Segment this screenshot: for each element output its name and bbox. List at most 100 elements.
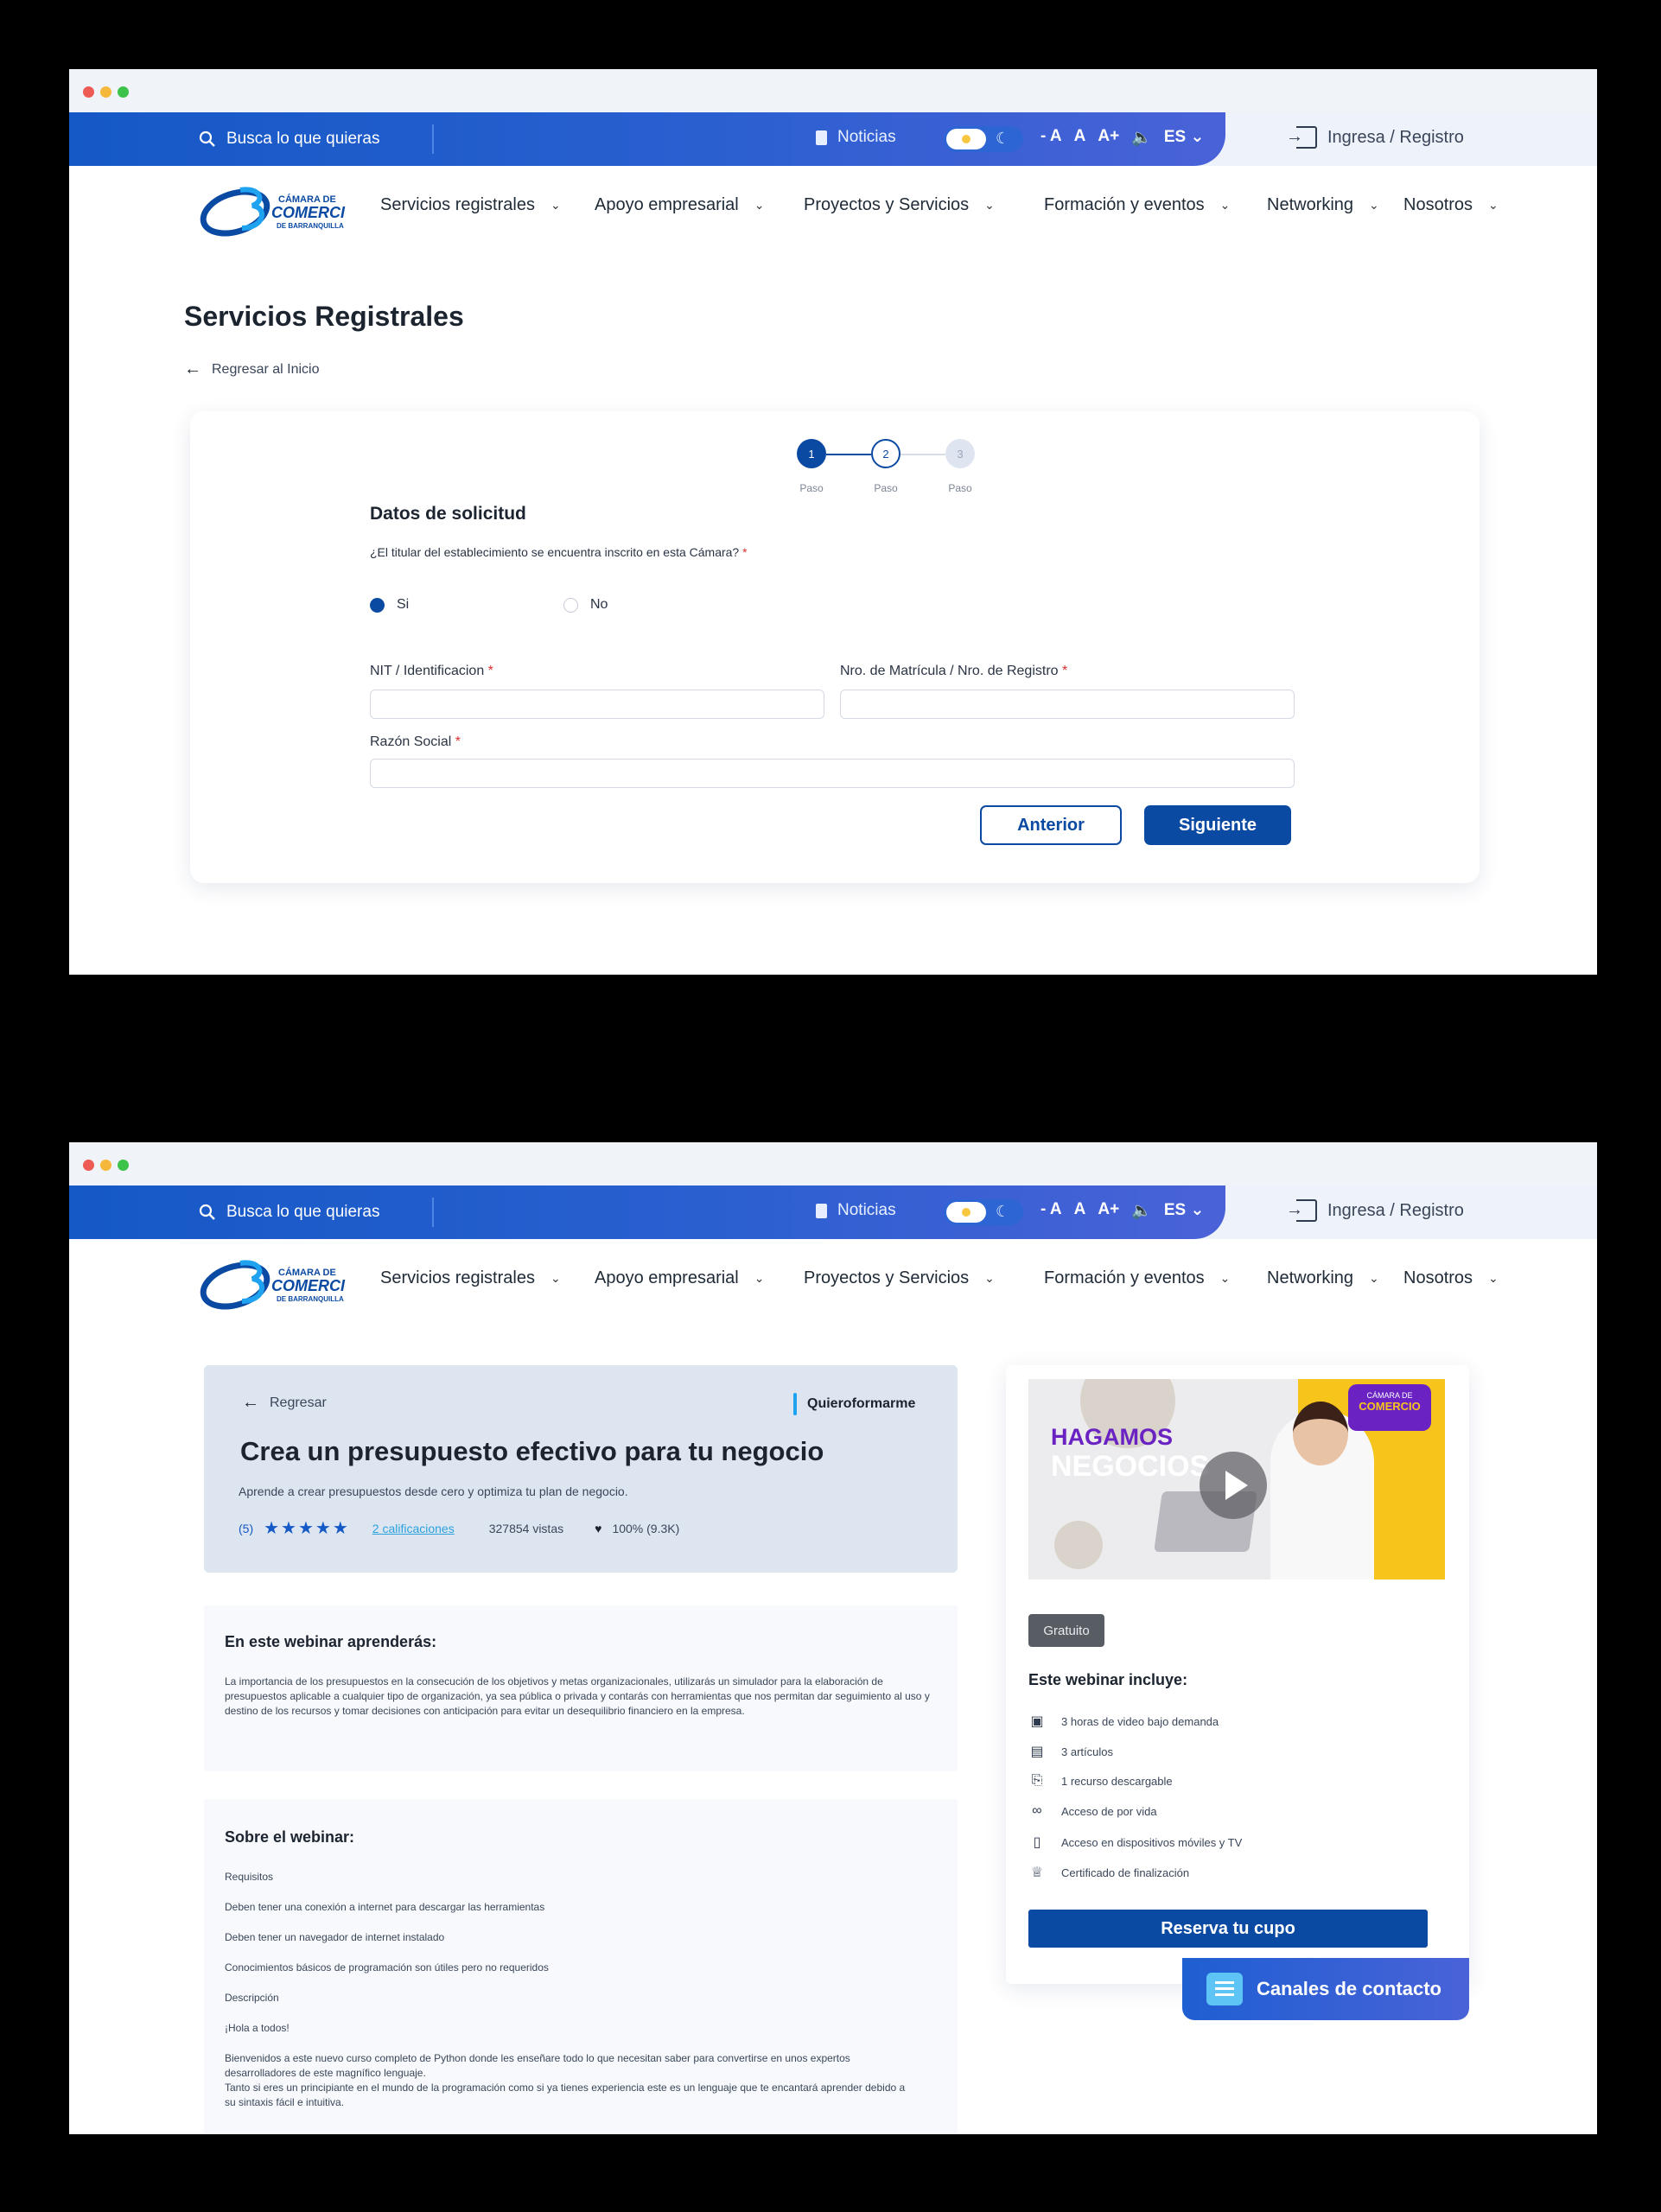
play-icon[interactable] — [1200, 1452, 1267, 1519]
radio-si-label: Si — [397, 597, 410, 612]
step-3-circle: 3 — [945, 439, 975, 468]
include-item: ▣ 3 horas de video bajo demanda — [1028, 1713, 1219, 1730]
back-label: Regresar — [270, 1395, 327, 1410]
person-head — [1293, 1402, 1348, 1465]
step-1-circle: 1 — [797, 439, 826, 468]
mobile-icon: ▯ — [1033, 1835, 1041, 1850]
chat-icon — [1206, 1973, 1243, 2005]
required-mark: * — [742, 545, 748, 559]
matricula-input[interactable] — [840, 690, 1295, 719]
tag-label: Quieroformarme — [807, 1396, 916, 1411]
radio-no-label: No — [590, 597, 608, 612]
arrow-left-icon: ← — [184, 359, 201, 378]
download-icon: ⎘ — [1031, 1773, 1043, 1788]
nit-label: NIT / Identificacion * — [370, 664, 493, 679]
rating-row: (5) ★★★★★ 2 calificaciones 327854 vistas… — [239, 1517, 679, 1539]
required-mark: * — [455, 734, 461, 749]
tag-bar — [793, 1393, 797, 1415]
include-item: ♕ Certificado de finalización — [1028, 1864, 1189, 1881]
page-title: Servicios Registrales — [184, 301, 464, 332]
nit-label-text: NIT / Identificacion — [370, 664, 485, 678]
required-mark: * — [1062, 664, 1068, 678]
radio-no-circle[interactable] — [563, 597, 578, 613]
include-text: 3 artículos — [1061, 1745, 1113, 1758]
about-line: Tanto si eres un principiante en el mund… — [225, 2082, 906, 2108]
contact-label: Canales de contacto — [1257, 1978, 1441, 1999]
back-link[interactable]: ← Regresar — [242, 1393, 327, 1413]
about-line: Conocimientos básicos de programación so… — [225, 1961, 549, 1974]
about-line: Bienvenidos a este nuevo curso completo … — [225, 2052, 850, 2079]
include-text: Certificado de finalización — [1061, 1866, 1190, 1879]
includes-title: Este webinar incluye: — [1028, 1671, 1188, 1688]
browser-window-form: Busca lo que quieras Noticias ☾ - A A A+… — [69, 69, 1597, 975]
about-title: Sobre el webinar: — [225, 1828, 355, 1846]
radio-si[interactable]: Si — [370, 597, 409, 613]
learn-body: La importancia de los presupuestos en la… — [225, 1675, 930, 1717]
step-2-label: Paso — [874, 482, 898, 494]
include-item: ▤ 3 artículos — [1028, 1743, 1113, 1760]
radio-si-circle[interactable] — [370, 597, 385, 613]
question-text: ¿El titular del establecimiento se encue… — [370, 545, 740, 559]
include-text: Acceso en dispositivos móviles y TV — [1061, 1835, 1243, 1849]
badge-big-text: COMERCIO — [1359, 1400, 1421, 1413]
ratings-link[interactable]: 2 calificaciones — [372, 1522, 455, 1535]
views-count: 327854 vistas — [488, 1521, 564, 1535]
matricula-label-text: Nro. de Matrícula / Nro. de Registro — [840, 664, 1059, 678]
nit-input[interactable] — [370, 690, 824, 719]
video-icon: ▣ — [1030, 1714, 1044, 1729]
about-line: Descripción — [225, 1992, 279, 2004]
course-subtitle: Aprende a crear presupuestos desde cero … — [239, 1484, 628, 1498]
rating-count: (5) — [239, 1521, 254, 1535]
article-icon: ▤ — [1030, 1745, 1044, 1759]
browser-window-course: Busca lo que quieras Noticias ☾ - A A A+… — [69, 1142, 1597, 2134]
step-3-label: Paso — [948, 482, 972, 494]
include-text: 3 horas de video bajo demanda — [1061, 1714, 1219, 1728]
learn-title: En este webinar aprenderás: — [225, 1633, 437, 1650]
price-badge: Gratuito — [1028, 1614, 1104, 1647]
question-label: ¿El titular del establecimiento se encue… — [370, 545, 748, 559]
required-mark: * — [487, 664, 493, 678]
about-line: Requisitos — [225, 1871, 274, 1883]
include-item: ▯ Acceso en dispositivos móviles y TV — [1028, 1834, 1243, 1851]
category-tag[interactable]: Quieroformarme — [793, 1393, 915, 1415]
about-line: Deben tener un navegador de internet ins… — [225, 1931, 445, 1943]
include-text: 1 recurso descargable — [1061, 1774, 1173, 1788]
matricula-label: Nro. de Matrícula / Nro. de Registro * — [840, 664, 1067, 679]
form-page-content: Servicios Registrales ← Regresar al Inic… — [69, 69, 1597, 975]
infinity-icon: ∞ — [1032, 1803, 1042, 1818]
next-button[interactable]: Siguiente — [1144, 805, 1291, 845]
razon-social-input[interactable] — [370, 759, 1295, 788]
previous-button[interactable]: Anterior — [980, 805, 1122, 845]
course-page-content: ← Regresar Quieroformarme Crea un presup… — [69, 1142, 1597, 2134]
likes-percent: 100% (9.3K) — [612, 1521, 680, 1535]
video-decor-circle — [1054, 1521, 1103, 1569]
back-link[interactable]: ← Regresar al Inicio — [184, 359, 320, 379]
badge-small-text: CÁMARA DE — [1366, 1391, 1413, 1400]
step-1-label: Paso — [799, 482, 824, 494]
include-text: Acceso de por vida — [1061, 1804, 1157, 1818]
stepper: 1 2 3 Paso Paso Paso — [797, 439, 987, 499]
step-2-circle: 2 — [871, 439, 901, 468]
learn-section: En este webinar aprenderás: La importanc… — [204, 1605, 958, 1771]
include-item: ∞ Acceso de por vida — [1028, 1803, 1157, 1819]
video-headline-2: NEGOCIOS — [1051, 1450, 1210, 1483]
about-section: Sobre el webinar: Requisitos Deben tener… — [204, 1799, 958, 2134]
about-line: Deben tener una conexión a internet para… — [225, 1901, 545, 1913]
razon-social-label: Razón Social * — [370, 734, 461, 750]
star-rating-icon: ★★★★★ — [264, 1519, 350, 1538]
heart-icon: ♥ — [595, 1521, 602, 1535]
arrow-left-icon: ← — [242, 1393, 259, 1412]
certificate-icon: ♕ — [1030, 1866, 1044, 1880]
radio-no[interactable]: No — [563, 597, 608, 613]
about-line: ¡Hola a todos! — [225, 2022, 290, 2034]
step-connector — [901, 454, 945, 455]
include-item: ⎘ 1 recurso descargable — [1028, 1773, 1173, 1789]
camara-badge: CÁMARA DE COMERCIO — [1348, 1384, 1431, 1431]
video-headline-1: HAGAMOS — [1051, 1424, 1173, 1450]
video-thumbnail[interactable]: HAGAMOS NEGOCIOS CÁMARA DE COMERCIO — [1028, 1379, 1445, 1580]
back-label: Regresar al Inicio — [212, 361, 320, 377]
step-connector — [826, 454, 871, 455]
razon-label-text: Razón Social — [370, 734, 452, 749]
reserve-button[interactable]: Reserva tu cupo — [1028, 1910, 1428, 1948]
contact-channels-button[interactable]: Canales de contacto — [1182, 1958, 1469, 2020]
